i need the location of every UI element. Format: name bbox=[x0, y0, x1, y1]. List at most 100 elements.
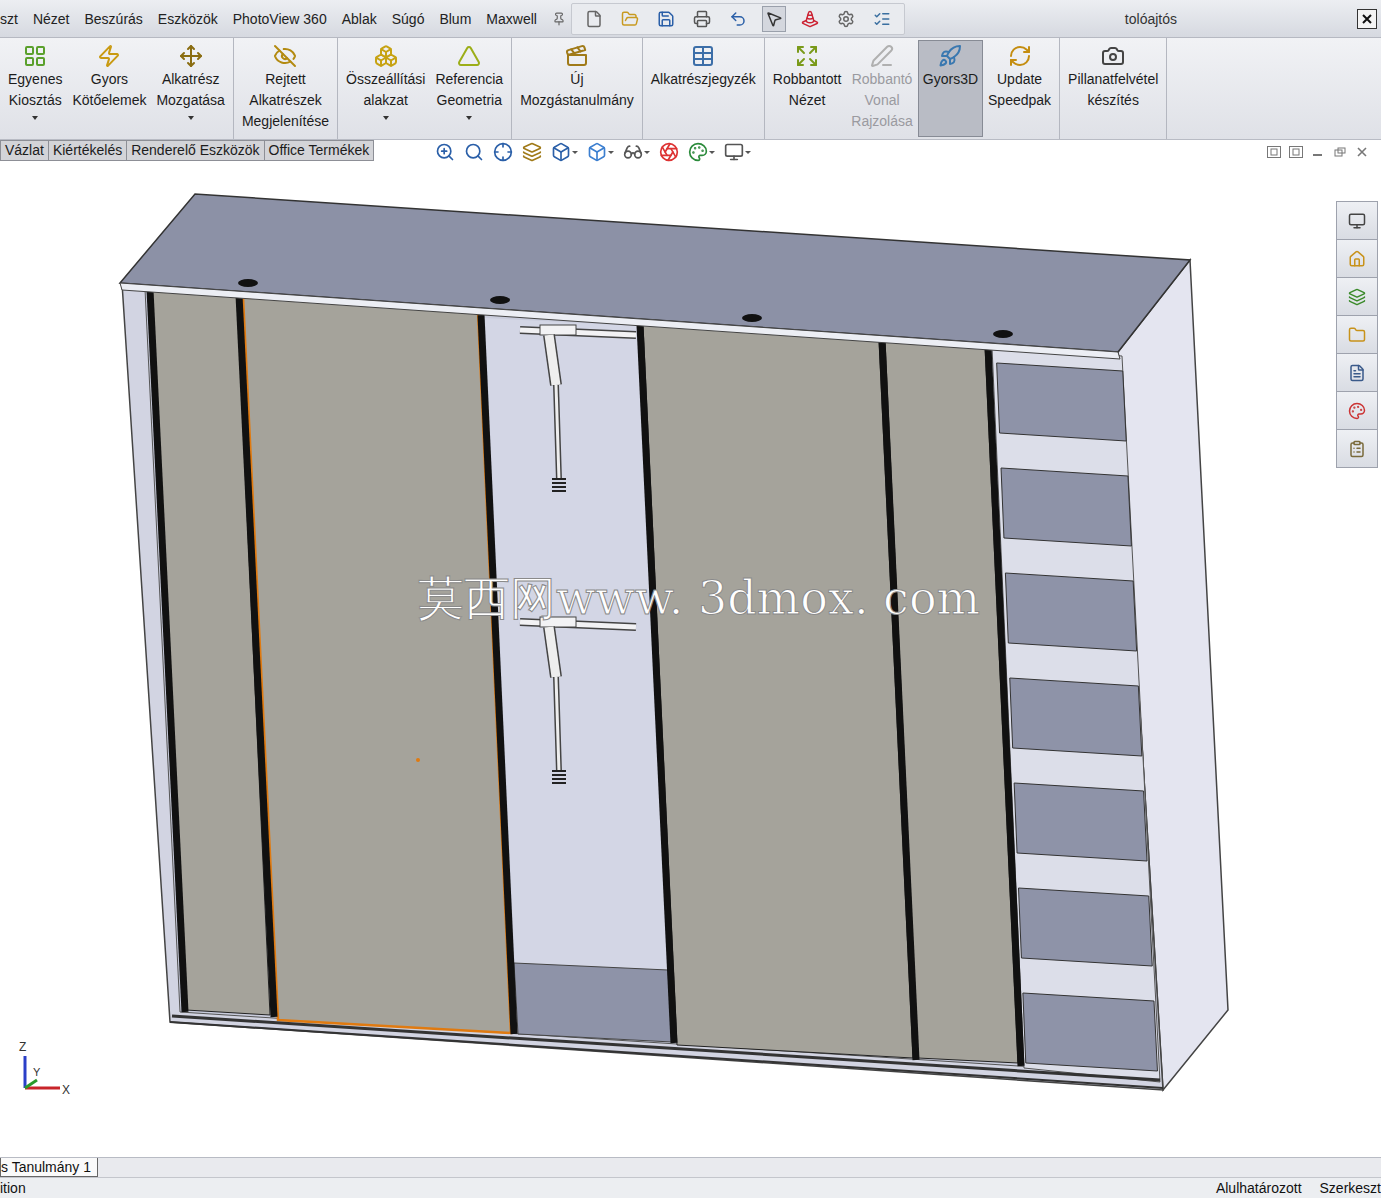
command-tab[interactable]: Office Termékek bbox=[264, 140, 375, 161]
undo-button[interactable] bbox=[726, 6, 750, 32]
menu-item[interactable]: Beszúrás bbox=[84, 11, 142, 27]
appearance-button[interactable] bbox=[659, 142, 679, 162]
command-button[interactable]: GyorsKötőelemek bbox=[67, 40, 151, 137]
command-button[interactable]: Gyors3D bbox=[918, 40, 983, 137]
shelf[interactable] bbox=[1010, 678, 1142, 756]
shelf[interactable] bbox=[1005, 573, 1136, 651]
scene-button[interactable] bbox=[688, 142, 715, 162]
menu-item[interactable]: Súgó bbox=[392, 11, 425, 27]
new-button[interactable] bbox=[582, 6, 606, 32]
motion-study-tab[interactable]: s Tanulmány 1 bbox=[0, 1158, 98, 1177]
minimize-button[interactable] bbox=[1311, 146, 1325, 158]
command-button[interactable]: Alkatrészjegyzék bbox=[646, 40, 761, 137]
menu-item[interactable]: Eszközök bbox=[158, 11, 218, 27]
custom-properties-icon bbox=[1348, 440, 1366, 458]
menu-item[interactable]: szt bbox=[0, 11, 18, 27]
top-panel[interactable] bbox=[120, 194, 1190, 352]
bottom-shelf[interactable] bbox=[514, 963, 672, 1042]
command-manager: EgyenesKiosztásGyorsKötőelemekAlkatrészM… bbox=[0, 38, 1381, 140]
graphics-area[interactable]: 莫西网www. 3dmox. comZYX bbox=[0, 164, 1381, 1157]
shelf[interactable] bbox=[1019, 888, 1153, 966]
appearances-tab[interactable] bbox=[1336, 391, 1378, 430]
dropdown-arrow-icon[interactable] bbox=[188, 116, 194, 120]
zoom-fit-button[interactable] bbox=[435, 142, 455, 162]
options-button[interactable] bbox=[834, 6, 858, 32]
close-button[interactable] bbox=[1357, 9, 1377, 29]
command-label: Egyenes bbox=[8, 70, 62, 89]
command-button[interactable]: ÚjMozgástanulmány bbox=[515, 40, 639, 137]
command-button[interactable]: RobbantóVonalRajzolása bbox=[846, 40, 917, 137]
menu-item[interactable]: Maxwell bbox=[486, 11, 537, 27]
rebuild-button[interactable] bbox=[798, 6, 822, 32]
rebuild-icon bbox=[801, 10, 819, 28]
print-button[interactable] bbox=[690, 6, 714, 32]
dropdown-arrow-icon[interactable] bbox=[572, 151, 578, 154]
shelf[interactable] bbox=[1014, 783, 1147, 861]
open-button[interactable] bbox=[618, 6, 642, 32]
display-settings-button[interactable] bbox=[724, 142, 751, 162]
menu-item[interactable]: Ablak bbox=[342, 11, 377, 27]
dropdown-arrow-icon[interactable] bbox=[709, 151, 715, 154]
command-label: Alkatrészjegyzék bbox=[651, 70, 756, 89]
command-tab[interactable]: Vázlat bbox=[0, 140, 49, 161]
quick-access-toolbar bbox=[571, 3, 905, 35]
command-button[interactable]: UpdateSpeedpak bbox=[983, 40, 1056, 137]
restore-button[interactable] bbox=[1333, 146, 1347, 158]
resources-icon bbox=[1348, 212, 1366, 230]
command-tab[interactable]: Kiértékelés bbox=[48, 140, 127, 161]
list-button[interactable] bbox=[870, 6, 894, 32]
view-orientation-button[interactable] bbox=[551, 142, 578, 162]
sliding-door[interactable] bbox=[243, 297, 511, 1033]
command-button[interactable]: AlkatrészMozgatása bbox=[151, 40, 229, 137]
zoom-area-button[interactable] bbox=[464, 142, 484, 162]
sliding-door[interactable] bbox=[885, 340, 1018, 1063]
dropdown-arrow-icon[interactable] bbox=[608, 151, 614, 154]
shelf[interactable] bbox=[1001, 468, 1131, 546]
command-label: Pillanatfelvétel bbox=[1068, 70, 1158, 89]
dropdown-arrow-icon[interactable] bbox=[466, 116, 472, 120]
design-library-tab[interactable] bbox=[1336, 277, 1378, 316]
tile-button[interactable] bbox=[1267, 146, 1281, 158]
new-icon bbox=[585, 10, 603, 28]
menu-item[interactable]: Blum bbox=[439, 11, 471, 27]
command-button[interactable]: Összeállításialakzat bbox=[341, 40, 430, 137]
dropdown-arrow-icon[interactable] bbox=[32, 116, 38, 120]
display-style-button[interactable] bbox=[587, 142, 614, 162]
command-tab[interactable]: Renderelő Eszközök bbox=[126, 140, 264, 161]
menu-item[interactable]: Nézet bbox=[33, 11, 70, 27]
command-button[interactable]: ReferenciaGeometria bbox=[430, 40, 508, 137]
assembly-model[interactable]: 莫西网www. 3dmox. comZYX bbox=[0, 164, 1381, 1157]
command-button[interactable]: Pillanatfelvételkészítés bbox=[1063, 40, 1163, 137]
hide-show-button[interactable] bbox=[623, 142, 650, 162]
previous-view-button[interactable] bbox=[493, 142, 513, 162]
home-tab[interactable] bbox=[1336, 239, 1378, 278]
resources-tab[interactable] bbox=[1336, 201, 1378, 240]
file-explorer-tab[interactable] bbox=[1336, 315, 1378, 354]
save-button[interactable] bbox=[654, 6, 678, 32]
command-button[interactable]: RobbantottNézet bbox=[768, 40, 847, 137]
sliding-door[interactable] bbox=[643, 325, 913, 1058]
cabinet-body[interactable] bbox=[122, 283, 1163, 1090]
status-text: ition bbox=[0, 1180, 26, 1196]
dropdown-arrow-icon[interactable] bbox=[644, 151, 650, 154]
menu-item[interactable]: PhotoView 360 bbox=[233, 11, 327, 27]
split-button[interactable] bbox=[1289, 146, 1303, 158]
section-view-button[interactable] bbox=[522, 142, 542, 162]
pin-button[interactable] bbox=[547, 6, 571, 32]
dropdown-arrow-icon[interactable] bbox=[745, 151, 751, 154]
custom-properties-tab[interactable] bbox=[1336, 429, 1378, 468]
viewport-controls bbox=[1267, 146, 1369, 158]
status-bar: itionAlulhatározottSzerkeszt bbox=[0, 1177, 1381, 1198]
view-palette-tab[interactable] bbox=[1336, 353, 1378, 392]
hole bbox=[238, 279, 258, 287]
command-button[interactable]: EgyenesKiosztás bbox=[3, 40, 67, 137]
command-group: ÚjMozgástanulmány bbox=[512, 38, 643, 139]
dropdown-arrow-icon[interactable] bbox=[383, 116, 389, 120]
shelf[interactable] bbox=[997, 363, 1127, 441]
select-button[interactable] bbox=[762, 6, 786, 32]
command-group: RejtettAlkatrészekMegjelenítése bbox=[234, 38, 338, 139]
close-button[interactable] bbox=[1355, 146, 1369, 158]
triangle-icon bbox=[457, 44, 481, 68]
shelf[interactable] bbox=[1023, 993, 1158, 1071]
command-button[interactable]: RejtettAlkatrészekMegjelenítése bbox=[237, 40, 334, 137]
